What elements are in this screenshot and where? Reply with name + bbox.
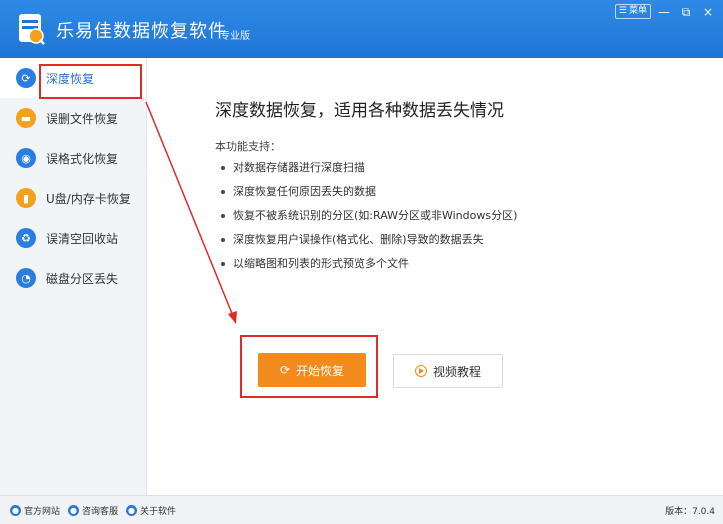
list-item: 恢复不被系统识别的分区(如:RAW分区或非Windows分区) — [221, 204, 517, 228]
list-item: 以缩略图和列表的形式预览多个文件 — [221, 252, 517, 276]
restore-button[interactable]: ⧉ — [677, 5, 695, 19]
menu-button[interactable]: ☰ 菜单 — [614, 4, 651, 19]
annotation-box-start-button — [240, 335, 378, 398]
feature-list: 对数据存储器进行深度扫描 深度恢复任何原因丢失的数据 恢复不被系统识别的分区(如… — [221, 156, 517, 276]
play-icon — [414, 365, 427, 377]
app-logo-icon — [19, 14, 45, 45]
sidebar-item-label: U盘/内存卡恢复 — [46, 191, 131, 206]
official-website-label: 官方网站 — [24, 507, 61, 517]
list-item: 深度恢复用户误操作(格式化、删除)导致的数据丢失 — [221, 228, 517, 252]
bullet-icon — [221, 166, 225, 170]
feature-text: 恢复不被系统识别的分区(如:RAW分区或非Windows分区) — [233, 209, 518, 222]
sidebar-item-usb-recovery[interactable]: ▮ U盘/内存卡恢复 — [0, 178, 146, 218]
list-item: 对数据存储器进行深度扫描 — [221, 156, 517, 180]
partition-icon: ◔ — [16, 268, 36, 288]
annotation-box-deep-recovery — [39, 64, 142, 99]
feature-text: 深度恢复任何原因丢失的数据 — [233, 185, 376, 198]
app-edition: 专业版 — [220, 31, 250, 42]
sidebar-item-deleted-file-recovery[interactable]: ▬ 误删文件恢复 — [0, 98, 146, 138]
feature-text: 深度恢复用户误操作(格式化、删除)导致的数据丢失 — [233, 233, 484, 246]
version-label: 版本：7.0.4 — [665, 507, 715, 517]
close-button[interactable]: × — [699, 5, 717, 19]
main-content: 深度数据恢复，适用各种数据丢失情况 本功能支持： 对数据存储器进行深度扫描 深度… — [147, 58, 723, 495]
bullet-icon — [221, 238, 225, 242]
window-controls: ☰ 菜单 — ⧉ × — [614, 4, 717, 19]
folder-icon: ▬ — [16, 108, 36, 128]
sidebar-item-format-recovery[interactable]: ◉ 误格式化恢复 — [0, 138, 146, 178]
sidebar: ⟳ 深度恢复 ▬ 误删文件恢复 ◉ 误格式化恢复 ▮ U盘/内存卡恢复 ♻ 误清… — [0, 58, 147, 495]
usb-icon: ▮ — [16, 188, 36, 208]
disk-icon: ◉ — [16, 148, 36, 168]
bullet-icon — [221, 262, 225, 266]
refresh-icon: ⟳ — [16, 68, 36, 88]
sidebar-item-label: 误删文件恢复 — [46, 111, 119, 126]
info-icon: ● — [126, 505, 137, 516]
menu-icon: ☰ — [618, 6, 627, 16]
feature-text: 以缩略图和列表的形式预览多个文件 — [233, 257, 409, 270]
list-item: 深度恢复任何原因丢失的数据 — [221, 180, 517, 204]
support-title: 本功能支持： — [215, 140, 281, 153]
minimize-button[interactable]: — — [655, 5, 673, 19]
sidebar-item-label: 误清空回收站 — [46, 231, 119, 246]
menu-label: 菜单 — [628, 6, 647, 16]
feature-text: 对数据存储器进行深度扫描 — [233, 161, 365, 174]
sidebar-item-label: 误格式化恢复 — [46, 151, 119, 166]
about-software-label: 关于软件 — [140, 507, 177, 517]
page-title: 深度数据恢复，适用各种数据丢失情况 — [215, 101, 504, 121]
app-title: 乐易佳数据恢复软件 — [56, 21, 227, 42]
customer-service-label: 咨询客服 — [82, 507, 119, 517]
video-tutorial-button[interactable]: 视频教程 — [393, 354, 503, 388]
bullet-icon — [221, 214, 225, 218]
video-tutorial-label: 视频教程 — [432, 364, 481, 379]
about-software-link[interactable]: ● 关于软件 — [126, 504, 176, 517]
sidebar-item-recycle-bin[interactable]: ♻ 误清空回收站 — [0, 218, 146, 258]
bullet-icon — [221, 190, 225, 194]
sidebar-item-partition-loss[interactable]: ◔ 磁盘分区丢失 — [0, 258, 146, 298]
recycle-bin-icon: ♻ — [16, 228, 36, 248]
sidebar-item-label: 磁盘分区丢失 — [46, 271, 119, 286]
title-bar: 乐易佳数据恢复软件 专业版 ☰ 菜单 — ⧉ × — [0, 0, 723, 58]
chat-icon: ● — [68, 505, 79, 516]
status-bar: ● 官方网站 ● 咨询客服 ● 关于软件 版本：7.0.4 — [0, 495, 723, 524]
official-website-link[interactable]: ● 官方网站 — [10, 504, 60, 517]
customer-service-link[interactable]: ● 咨询客服 — [68, 504, 118, 517]
home-icon: ● — [10, 505, 21, 516]
